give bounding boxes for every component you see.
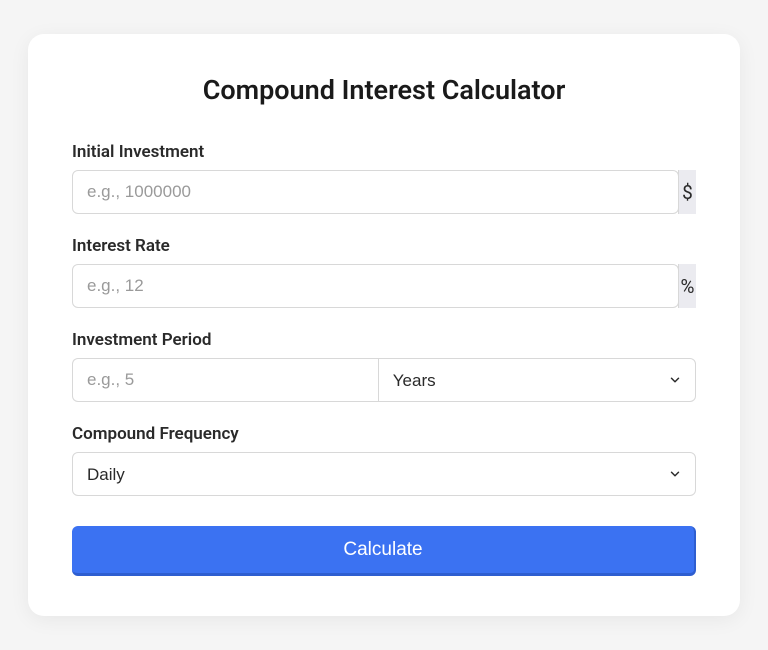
field-compound-frequency: Compound Frequency Daily [72, 424, 696, 496]
percent-suffix: % [678, 264, 696, 308]
field-initial-investment: Initial Investment $ [72, 142, 696, 214]
investment-period-row: Years [72, 358, 696, 402]
calculate-button[interactable]: Calculate [72, 526, 696, 576]
dollar-suffix: $ [678, 170, 696, 214]
field-investment-period: Investment Period Years [72, 330, 696, 402]
period-unit-select[interactable]: Years [378, 358, 696, 402]
compound-frequency-select[interactable]: Daily [72, 452, 696, 496]
initial-investment-input-wrap: $ [72, 170, 696, 214]
interest-rate-input[interactable] [72, 264, 679, 308]
field-interest-rate: Interest Rate % [72, 236, 696, 308]
calculator-card: Compound Interest Calculator Initial Inv… [28, 34, 740, 616]
interest-rate-label: Interest Rate [72, 236, 696, 256]
interest-rate-input-wrap: % [72, 264, 696, 308]
compound-frequency-select-wrap: Daily [72, 452, 696, 496]
investment-period-input[interactable] [72, 358, 378, 402]
investment-period-label: Investment Period [72, 330, 696, 350]
initial-investment-label: Initial Investment [72, 142, 696, 162]
initial-investment-input[interactable] [72, 170, 679, 214]
compound-frequency-label: Compound Frequency [72, 424, 696, 444]
period-unit-select-wrap: Years [378, 358, 696, 402]
page-title: Compound Interest Calculator [72, 74, 696, 106]
